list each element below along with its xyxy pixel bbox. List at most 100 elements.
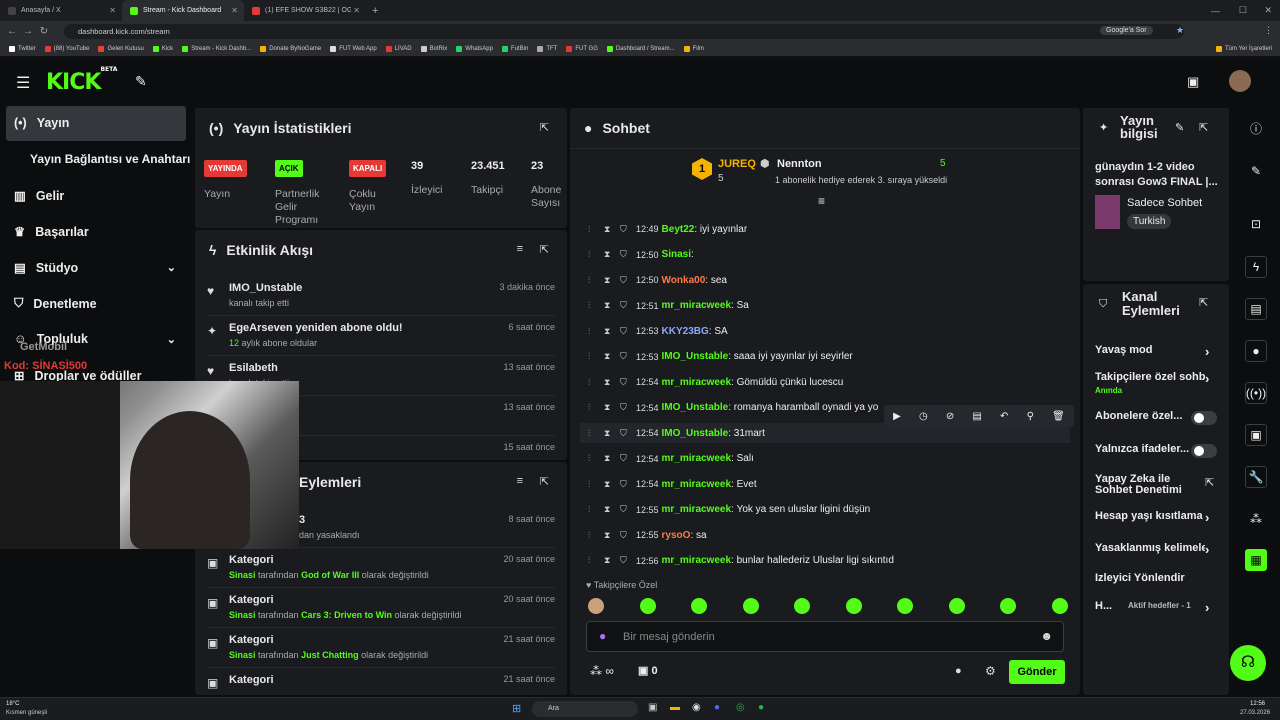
- shield-icon[interactable]: ⛉: [620, 402, 627, 413]
- drag-handle-icon[interactable]: ⫶: [588, 530, 594, 541]
- timeout-icon[interactable]: ⧗: [604, 555, 610, 566]
- forward-icon[interactable]: →: [20, 26, 36, 37]
- drag-handle-icon[interactable]: ⫶: [588, 479, 594, 490]
- message-username[interactable]: Sinasi: [662, 249, 691, 260]
- shield-icon[interactable]: ⛉: [620, 224, 627, 235]
- google-ask-button[interactable]: Google'a Sor: [1100, 26, 1153, 35]
- channel-action-label[interactable]: Yavaş mod: [1095, 345, 1205, 356]
- drag-handle-icon[interactable]: ⫶: [588, 300, 594, 311]
- browser-tab[interactable]: Anasayfa / X ✕: [0, 0, 122, 21]
- edit-icon[interactable]: ✎: [1175, 121, 1184, 134]
- chevron-right-icon[interactable]: ›: [1205, 510, 1209, 525]
- timeout-icon[interactable]: ⧗: [604, 530, 610, 541]
- chat-options-icon[interactable]: ●: [955, 665, 962, 677]
- drag-handle-icon[interactable]: ⫶: [588, 504, 594, 515]
- lightning-icon[interactable]: ϟ: [1245, 256, 1267, 278]
- emote-icon[interactable]: [897, 598, 913, 614]
- chat-message[interactable]: ⫶ ⧗ ⛉ 12:54 mr_miracweek: Gömüldü çünkü luce…: [588, 372, 843, 392]
- bookmark-item[interactable]: Donate ByNoGame: [260, 46, 321, 52]
- shield-icon[interactable]: ⛉: [620, 249, 627, 260]
- bookmark-item[interactable]: FutBin: [501, 46, 528, 52]
- bookmark-item[interactable]: Gelen Kutusu: [98, 46, 144, 52]
- drag-handle-icon[interactable]: ⫶: [588, 275, 594, 286]
- layout-icon[interactable]: ▣: [1245, 424, 1267, 446]
- message-username[interactable]: IMO_Unstable: [662, 428, 729, 439]
- new-tab-icon[interactable]: +: [372, 5, 378, 17]
- settings-gear-icon[interactable]: ⚙: [985, 664, 996, 678]
- close-tab-icon[interactable]: ✕: [353, 6, 360, 15]
- bookmark-item[interactable]: Twitter: [9, 46, 36, 52]
- edit-icon[interactable]: ✎: [1245, 160, 1267, 182]
- message-username[interactable]: KKY23BG: [662, 326, 709, 337]
- clock-time[interactable]: 12:56: [1250, 701, 1265, 707]
- chat-message[interactable]: ⫶ ⧗ ⛉ 12:49 Beyt22: iyi yayınlar: [588, 219, 747, 239]
- copy-icon[interactable]: ▤: [972, 411, 981, 422]
- drag-handle-icon[interactable]: ⫶: [588, 555, 594, 566]
- timeout-icon[interactable]: ⧗: [604, 249, 610, 260]
- points-icon[interactable]: ⁂ ∞: [590, 664, 614, 678]
- filter-icon[interactable]: ≡: [517, 243, 523, 255]
- drag-handle-icon[interactable]: ⫶: [588, 402, 594, 413]
- avatar[interactable]: [1229, 70, 1251, 92]
- close-tab-icon[interactable]: ✕: [109, 6, 116, 15]
- message-username[interactable]: mr_miracweek: [662, 479, 732, 490]
- ban-icon[interactable]: ⊘: [946, 411, 954, 422]
- browser-tab-active[interactable]: Stream - Kick Dashboard ✕: [122, 0, 244, 21]
- discord-icon[interactable]: ●: [714, 702, 720, 713]
- bookmark-item[interactable]: FUT Web App: [330, 46, 377, 52]
- play-icon[interactable]: ▶: [893, 411, 901, 422]
- mic-icon[interactable]: ●: [599, 629, 606, 643]
- bookmark-item[interactable]: Kick: [152, 46, 173, 52]
- pin-icon[interactable]: ⚲: [1027, 411, 1034, 422]
- info-icon[interactable]: ⓘ: [1245, 117, 1267, 139]
- kick-logo[interactable]: KICKBETA: [46, 66, 117, 95]
- toggle-switch[interactable]: [1191, 411, 1217, 425]
- emote-icon[interactable]: [742, 598, 759, 614]
- send-button[interactable]: Gönder: [1009, 660, 1065, 684]
- chat-message[interactable]: ⫶ ⧗ ⛉ 12:54 IMO_Unstable: romanya haramball …: [588, 398, 878, 418]
- message-username[interactable]: Wonka00: [662, 275, 706, 286]
- shield-icon[interactable]: ⛉: [620, 377, 627, 388]
- shield-icon[interactable]: ⛉: [620, 555, 627, 566]
- timeout-icon[interactable]: ⧗: [604, 453, 610, 464]
- points-icon[interactable]: ⁂: [1245, 508, 1267, 530]
- capture-icon[interactable]: ⊡: [1245, 213, 1267, 235]
- emoji-icon[interactable]: ☻: [1040, 629, 1053, 643]
- gift-counter[interactable]: ▣ 0: [638, 664, 658, 677]
- menu-dots-icon[interactable]: ⋮: [1264, 25, 1273, 36]
- task-view-icon[interactable]: ▣: [648, 702, 657, 713]
- browser-tab[interactable]: (1) EFE SHOW S3B22 | OĞUZHA...✕: [244, 0, 366, 21]
- sidebar-item-studyo[interactable]: ▤ Stüdyo ⌄: [14, 260, 176, 276]
- notes-icon[interactable]: ▤: [1245, 298, 1267, 320]
- emote-icon[interactable]: [588, 598, 604, 614]
- bookmark-item[interactable]: LİVAD: [385, 46, 412, 52]
- shield-icon[interactable]: ⛉: [620, 504, 627, 515]
- message-username[interactable]: IMO_Unstable: [662, 351, 729, 362]
- timeout-icon[interactable]: ◷: [919, 411, 928, 422]
- obs-icon[interactable]: ◉: [692, 702, 701, 713]
- url-field[interactable]: dashboard.kick.com/stream: [64, 24, 1184, 39]
- drag-handle-icon[interactable]: ⫶: [588, 224, 594, 235]
- bookmark-item[interactable]: Dashboard / Stream...: [606, 46, 675, 52]
- channel-action-label[interactable]: Yapay Zeka ile Sohbet Denetimi: [1095, 474, 1205, 496]
- popout-icon[interactable]: ⇱: [540, 243, 549, 256]
- explorer-icon[interactable]: ▬: [670, 702, 680, 713]
- shield-icon[interactable]: ⛉: [620, 351, 627, 362]
- emote-icon[interactable]: [1051, 598, 1068, 614]
- shield-icon[interactable]: ⛉: [620, 300, 627, 311]
- hamburger-menu-icon[interactable]: ☰: [16, 73, 30, 93]
- chevron-right-icon[interactable]: ›: [1205, 371, 1209, 386]
- delete-icon[interactable]: 🗑: [1052, 411, 1065, 422]
- bookmark-item[interactable]: BotRix: [420, 46, 447, 52]
- channel-action-label[interactable]: Abonelere özel...: [1095, 411, 1191, 422]
- emote-icon[interactable]: [639, 598, 656, 614]
- bookmark-item[interactable]: WhatsApp: [456, 46, 493, 52]
- chat-message[interactable]: ⫶ ⧗ ⛉ 12:53 IMO_Unstable: saaa iyi yayınlar …: [588, 347, 853, 367]
- message-username[interactable]: Beyt22: [662, 224, 695, 235]
- chat-icon[interactable]: ●: [1245, 340, 1267, 362]
- channel-action-label[interactable]: H...: [1095, 601, 1119, 612]
- category-name[interactable]: Sadece Sohbet: [1127, 197, 1202, 209]
- external-link-icon[interactable]: ⇱: [1205, 476, 1214, 489]
- popout-icon[interactable]: ⇱: [1199, 121, 1208, 134]
- sidebar-item-gelir[interactable]: ▥ Gelir: [14, 188, 64, 204]
